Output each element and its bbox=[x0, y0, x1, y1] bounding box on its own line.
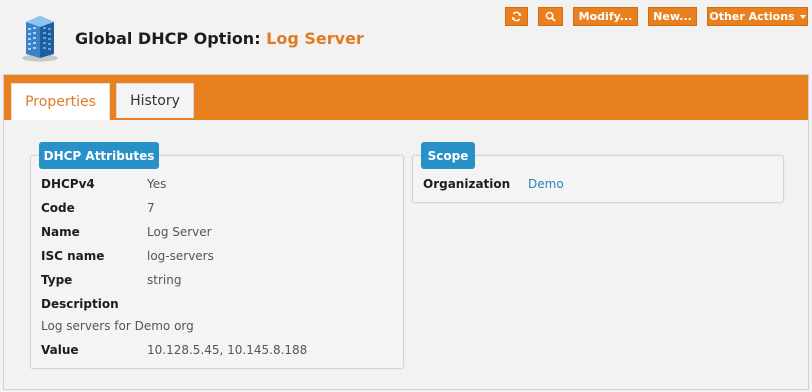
new-button[interactable]: New... bbox=[648, 7, 697, 26]
content-panel: Properties History DHCP Attributes DHCPv… bbox=[3, 74, 809, 390]
name-key: Name bbox=[41, 225, 80, 239]
caret-down-icon bbox=[799, 14, 806, 19]
scope-heading: Scope bbox=[421, 142, 475, 169]
page-title-prefix: Global DHCP Option: bbox=[75, 29, 267, 48]
refresh-icon bbox=[511, 11, 522, 22]
new-button-label: New... bbox=[653, 10, 692, 23]
refresh-button[interactable] bbox=[505, 7, 528, 26]
other-actions-button[interactable]: Other Actions bbox=[707, 7, 808, 26]
type-key: Type bbox=[41, 273, 73, 287]
tab-properties[interactable]: Properties bbox=[11, 83, 110, 120]
type-value: string bbox=[147, 273, 182, 287]
page-header: Global DHCP Option: Log Server Modify...… bbox=[0, 0, 812, 72]
value-key: Value bbox=[41, 343, 79, 357]
code-value: 7 bbox=[147, 201, 155, 215]
dhcpv4-value: Yes bbox=[147, 177, 167, 191]
description-key: Description bbox=[41, 297, 119, 311]
tab-history-label: History bbox=[130, 93, 180, 109]
page-title-name: Log Server bbox=[266, 29, 364, 48]
organization-link[interactable]: Demo bbox=[528, 177, 564, 191]
scope-box: Scope Organization Demo bbox=[412, 142, 784, 203]
page-title: Global DHCP Option: Log Server bbox=[75, 29, 364, 48]
tab-properties-label: Properties bbox=[25, 94, 96, 110]
dhcpv4-key: DHCPv4 bbox=[41, 177, 95, 191]
value-value: 10.128.5.45, 10.145.8.188 bbox=[147, 343, 308, 357]
tab-bar: Properties History bbox=[4, 75, 808, 120]
search-button[interactable] bbox=[538, 7, 563, 26]
modify-button[interactable]: Modify... bbox=[573, 7, 638, 26]
code-key: Code bbox=[41, 201, 75, 215]
isc-name-key: ISC name bbox=[41, 249, 105, 263]
dhcp-attributes-heading: DHCP Attributes bbox=[39, 142, 159, 169]
organization-key: Organization bbox=[423, 177, 511, 191]
description-value: Log servers for Demo org bbox=[41, 319, 194, 333]
dhcp-attributes-box: DHCP Attributes DHCPv4 Yes Code 7 Name L… bbox=[30, 142, 404, 369]
isc-name-value: log-servers bbox=[147, 249, 214, 263]
tab-history[interactable]: History bbox=[116, 83, 194, 118]
other-actions-label: Other Actions bbox=[709, 10, 795, 23]
toolbar: Modify... New... Other Actions bbox=[0, 7, 812, 27]
modify-button-label: Modify... bbox=[578, 10, 633, 23]
name-value: Log Server bbox=[147, 225, 212, 239]
search-icon bbox=[545, 11, 556, 22]
